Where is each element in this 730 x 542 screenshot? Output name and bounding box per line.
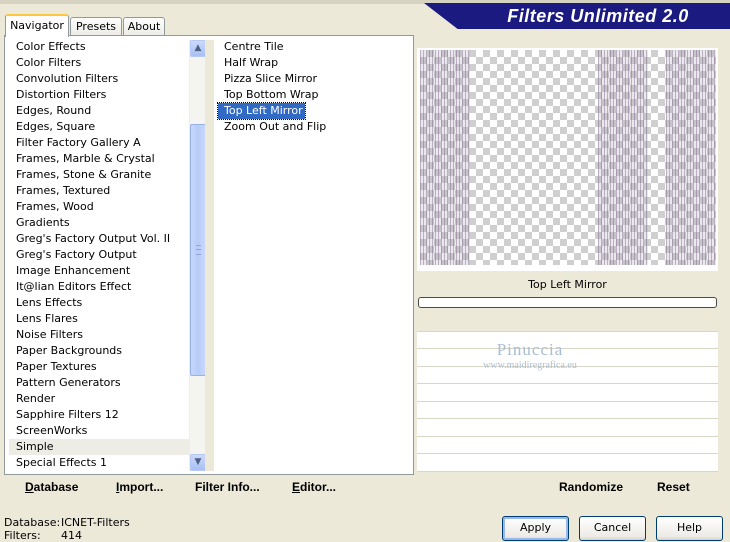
list-splitter[interactable] — [205, 40, 214, 471]
control-row-divider — [417, 418, 718, 419]
category-item[interactable]: Greg's Factory Output Vol. II — [9, 231, 189, 247]
category-item[interactable]: Render — [9, 391, 189, 407]
preview-stripe — [420, 50, 470, 265]
control-row-divider — [417, 453, 718, 454]
category-scrollbar[interactable]: ▲ ▼ — [189, 40, 206, 471]
database-label: Database: — [4, 516, 61, 529]
category-item[interactable]: Pattern Generators — [9, 375, 189, 391]
preview-stripe — [598, 50, 648, 265]
scroll-up-button[interactable]: ▲ — [190, 40, 206, 57]
category-item[interactable]: Filter Factory Gallery A — [9, 135, 189, 151]
filter-item[interactable]: Pizza Slice Mirror — [218, 71, 319, 87]
control-row-divider — [417, 401, 718, 402]
category-item[interactable]: Lens Flares — [9, 311, 189, 327]
category-item[interactable]: Frames, Marble & Crystal — [9, 151, 189, 167]
control-row-divider — [417, 331, 718, 332]
category-item[interactable]: Convolution Filters — [9, 71, 189, 87]
preview-stripe — [666, 50, 716, 265]
category-item[interactable]: Simple — [9, 439, 189, 455]
tab-presets[interactable]: Presets — [70, 17, 122, 36]
randomize-button[interactable]: Randomize — [559, 480, 623, 494]
filter-info-button[interactable]: Filter Info... — [195, 480, 260, 494]
controls-button-bar: Randomize Reset — [417, 475, 718, 500]
preview-image — [420, 50, 716, 265]
control-row-divider — [417, 436, 718, 437]
control-row-divider — [417, 348, 718, 349]
category-item[interactable]: Gradients — [9, 215, 189, 231]
tab-navigator[interactable]: Navigator — [5, 14, 69, 37]
category-item[interactable]: Sapphire Filters 12 — [9, 407, 189, 423]
category-item[interactable]: ScreenWorks — [9, 423, 189, 439]
controls-header — [417, 313, 718, 331]
database-value: ICNET-Filters — [61, 516, 130, 529]
filter-list[interactable]: Centre Tile Half Wrap Pizza Slice Mirror To… — [217, 39, 412, 471]
category-item[interactable]: Greg's Factory Output — [9, 247, 189, 263]
chevron-up-icon: ▲ — [194, 43, 202, 53]
category-item[interactable]: Noise Filters — [9, 327, 189, 343]
category-item[interactable]: Color Filters — [9, 55, 189, 71]
scroll-down-button[interactable]: ▼ — [190, 454, 206, 471]
database-button[interactable]: Database — [25, 480, 78, 494]
filter-item[interactable]: Top Bottom Wrap — [218, 87, 321, 103]
controls-area — [417, 331, 718, 472]
category-item[interactable]: Color Effects — [9, 39, 189, 55]
category-item[interactable]: Distortion Filters — [9, 87, 189, 103]
grip-icon — [196, 245, 201, 255]
import-button[interactable]: Import... — [116, 480, 163, 494]
database-info: Database:ICNET-Filters Filters: 414 — [4, 516, 130, 542]
app-title: Filters Unlimited 2.0 — [507, 6, 689, 26]
filter-item[interactable]: Top Left Mirror — [217, 102, 306, 120]
control-row-divider — [417, 471, 718, 472]
filter-item[interactable]: Half Wrap — [218, 55, 280, 71]
category-list[interactable]: Color Effects Color Filters Convolution Fi… — [9, 39, 189, 471]
tab-about[interactable]: About — [123, 17, 165, 36]
category-item[interactable]: Frames, Textured — [9, 183, 189, 199]
category-item[interactable]: Image Enhancement — [9, 263, 189, 279]
category-item[interactable]: Frames, Stone & Granite — [9, 167, 189, 183]
category-item[interactable]: It@lian Editors Effect — [9, 279, 189, 295]
category-item[interactable]: Edges, Square — [9, 119, 189, 135]
category-item[interactable]: Frames, Wood — [9, 199, 189, 215]
filter-item[interactable]: Zoom Out and Flip — [218, 119, 328, 135]
category-item[interactable]: Paper Textures — [9, 359, 189, 375]
filters-label: Filters: — [4, 529, 41, 542]
control-row-divider — [417, 383, 718, 384]
control-row-divider — [417, 366, 718, 367]
category-item[interactable]: Edges, Round — [9, 103, 189, 119]
filter-item[interactable]: Centre Tile — [218, 39, 286, 55]
cancel-button[interactable]: Cancel — [579, 516, 646, 541]
help-button[interactable]: Help — [656, 516, 723, 541]
apply-button[interactable]: Apply — [502, 516, 569, 541]
scroll-thumb[interactable] — [190, 124, 206, 376]
editor-button[interactable]: Editor... — [292, 480, 336, 494]
category-item[interactable]: Paper Backgrounds — [9, 343, 189, 359]
current-filter-name: Top Left Mirror — [528, 278, 607, 291]
reset-button[interactable]: Reset — [657, 480, 690, 494]
progress-bar — [418, 297, 717, 308]
navigator-button-bar: Database Import... Filter Info... Editor… — [4, 475, 414, 500]
chevron-down-icon: ▼ — [194, 457, 202, 467]
category-item[interactable]: Lens Effects — [9, 295, 189, 311]
category-item[interactable]: Special Effects 1 — [9, 455, 189, 471]
filters-count: 414 — [61, 529, 82, 542]
